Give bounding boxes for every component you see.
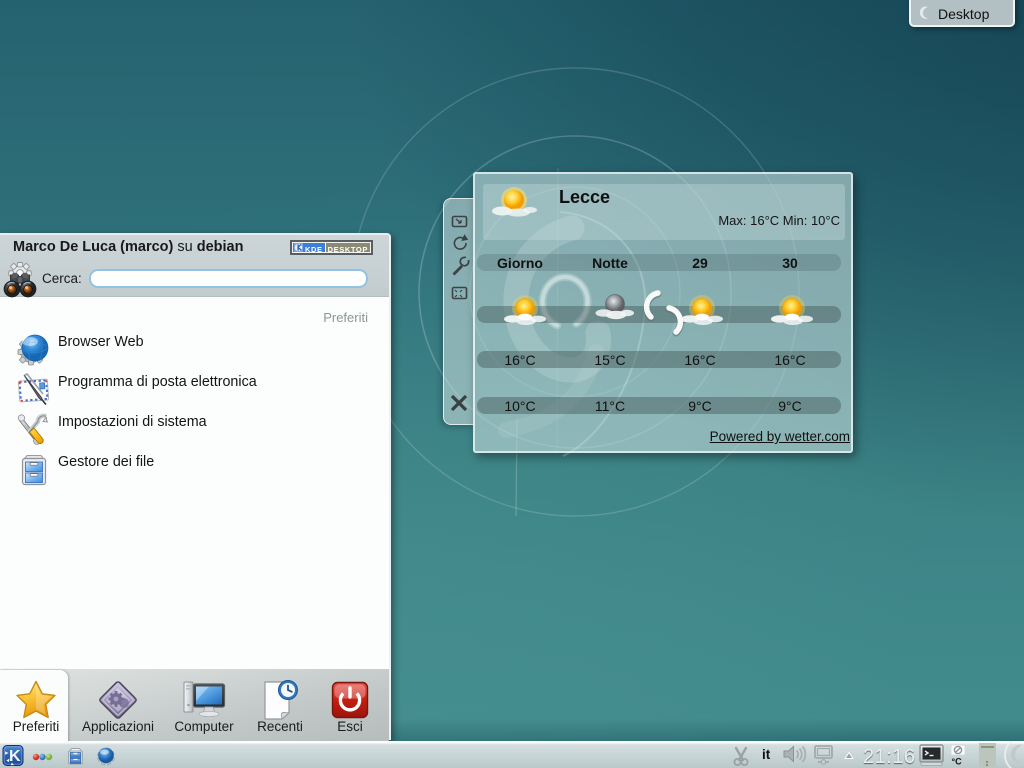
svg-text:K: K bbox=[9, 748, 21, 765]
svg-text:°C: °C bbox=[952, 757, 963, 767]
